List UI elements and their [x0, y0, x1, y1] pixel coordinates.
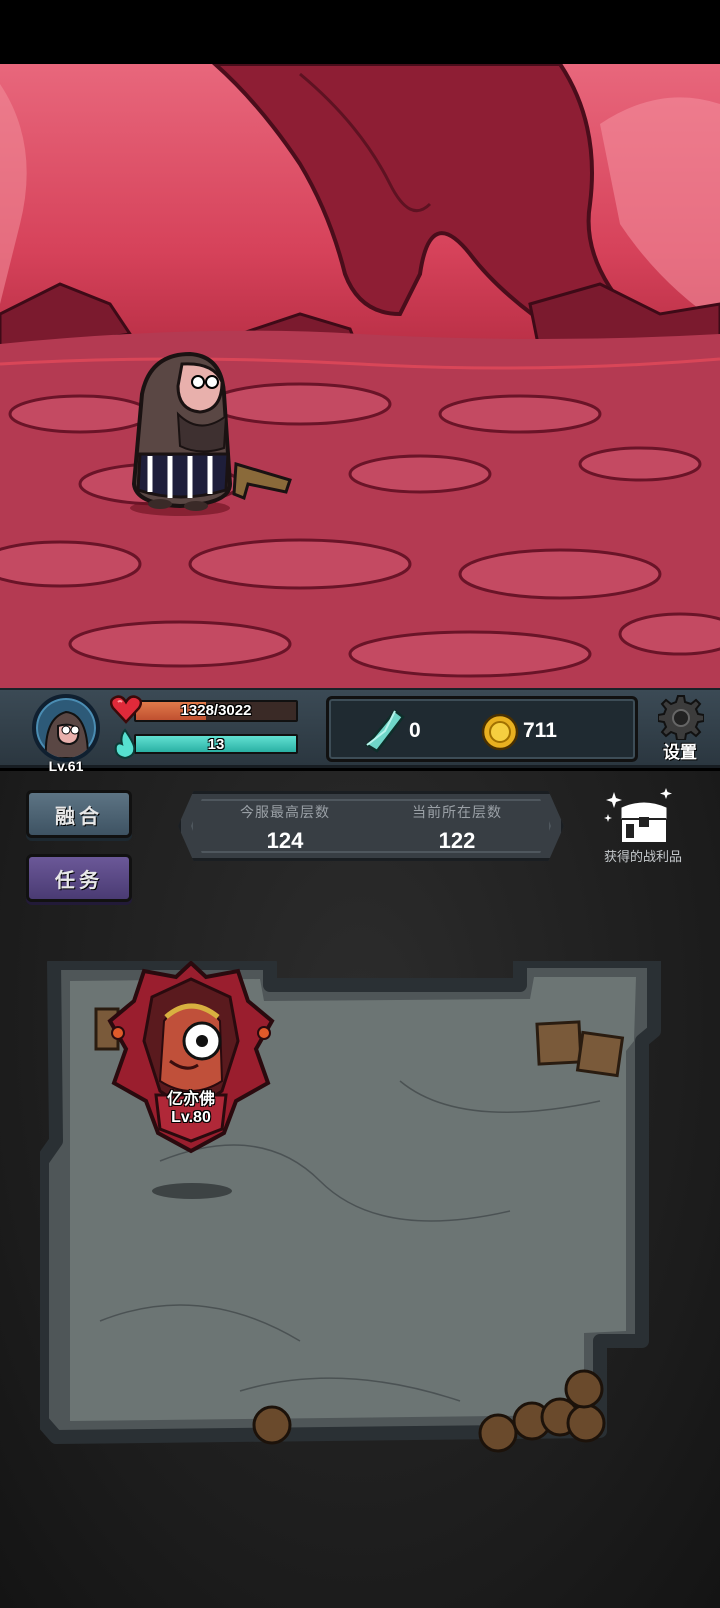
- coin-count: 711: [523, 719, 557, 742]
- boss-node[interactable]: 亿亦佛 Lv.80: [106, 960, 276, 1171]
- chest-icon: [604, 788, 672, 842]
- heart-icon: [110, 695, 142, 724]
- gem-icon: [365, 709, 405, 753]
- player-portrait-icon: [44, 710, 90, 758]
- battle-scene: [0, 64, 720, 688]
- task-button[interactable]: 任务: [26, 854, 132, 902]
- mp-bar: 13: [134, 734, 298, 754]
- fusion-button[interactable]: 融合: [26, 790, 132, 838]
- dungeon-area: 融合 任务 今服最高层数 124 当前所在层数 122 获得的战利品 亿亦佛 L…: [0, 771, 720, 1608]
- best-floor-value: 124: [266, 828, 304, 853]
- boss-name: 亿亦佛: [166, 1089, 215, 1108]
- avatar-portrait: [32, 694, 100, 762]
- best-floor: 今服最高层数 124: [205, 802, 365, 854]
- loot-button[interactable]: 获得的战利品: [588, 786, 698, 868]
- player-hud: Lv.61 1328/3022 13 0 711 设置: [0, 688, 720, 774]
- coin-icon: [481, 713, 519, 751]
- status-bar-area: [0, 0, 720, 64]
- boss-emblem: [107, 960, 275, 1154]
- current-floor-value: 122: [438, 828, 476, 853]
- current-floor: 当前所在层数 122: [377, 802, 537, 854]
- gear-icon: [658, 695, 704, 740]
- currency-panel: 0 711: [326, 696, 638, 762]
- player-avatar[interactable]: Lv.61: [28, 694, 104, 774]
- boss-level: Lv.80: [171, 1109, 211, 1126]
- hp-bar: 1328/3022: [134, 700, 298, 722]
- boss-portrait-icon: [158, 1003, 224, 1092]
- gem-count: 0: [409, 719, 421, 742]
- floors-panel: 今服最高层数 124 当前所在层数 122: [178, 791, 564, 861]
- battle-background: [0, 64, 720, 688]
- current-floor-label: 当前所在层数: [412, 805, 502, 821]
- hp-text: 1328/3022: [180, 702, 252, 719]
- settings-label: 设置: [663, 743, 697, 763]
- mp-text: 13: [207, 736, 225, 753]
- best-floor-label: 今服最高层数: [240, 805, 330, 821]
- settings-button[interactable]: 设置: [650, 694, 710, 764]
- flame-icon: [114, 728, 136, 760]
- loot-label: 获得的战利品: [603, 850, 682, 865]
